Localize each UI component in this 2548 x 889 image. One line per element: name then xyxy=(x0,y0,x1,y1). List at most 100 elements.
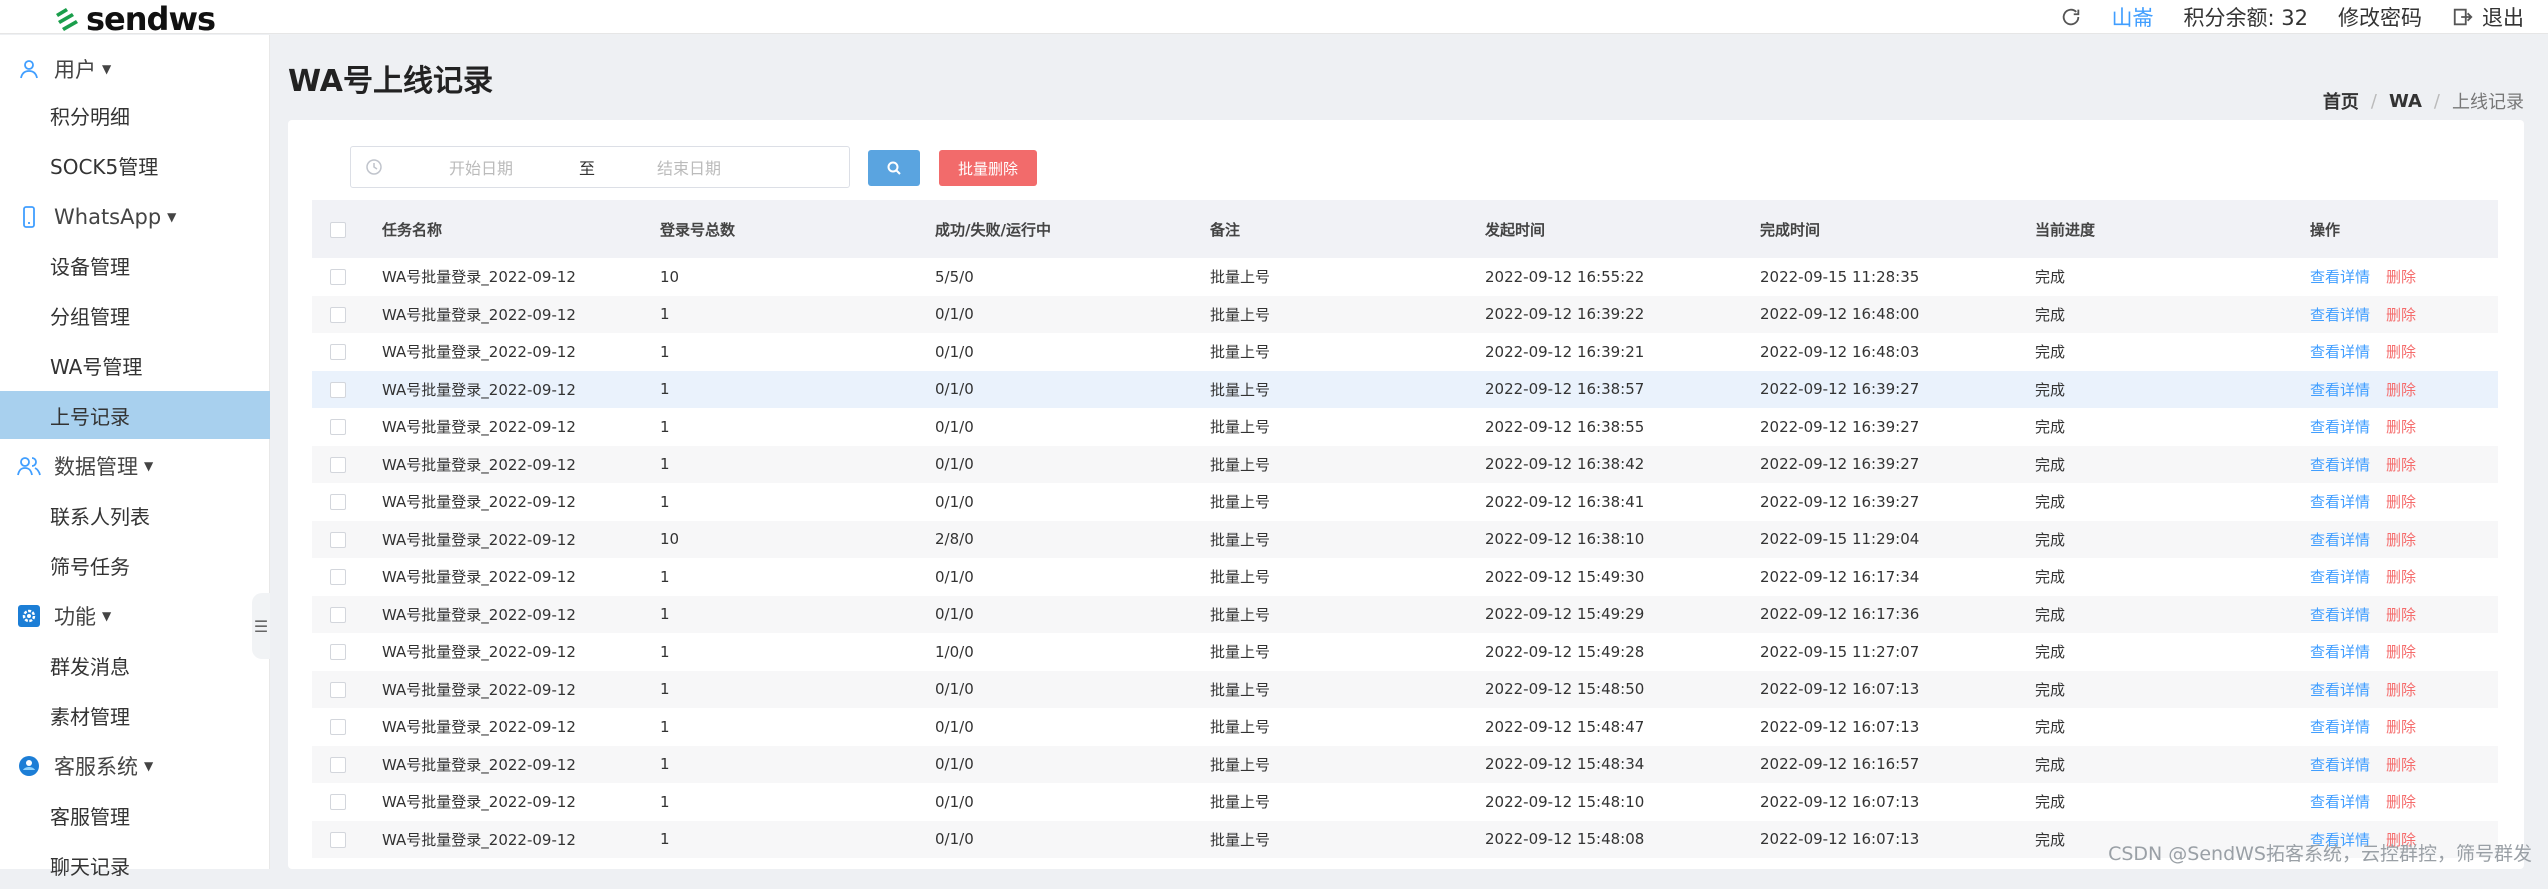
table-row[interactable]: WA号批量登录_2022-09-12 1 0/1/0 批量上号 2022-09-12 1… xyxy=(312,483,2498,521)
sidebar-item-filter-tasks[interactable]: 筛号任务 xyxy=(0,541,270,589)
sidebar-collapse-handle[interactable]: ☰ xyxy=(252,593,270,659)
delete-link[interactable]: 删除 xyxy=(2386,681,2416,699)
sidebar-group-support[interactable]: 客服系统 ▼ xyxy=(0,746,270,786)
row-checkbox[interactable] xyxy=(330,644,346,661)
delete-link[interactable]: 删除 xyxy=(2386,606,2416,624)
breadcrumb-wa[interactable]: WA xyxy=(2389,91,2422,112)
table-row[interactable]: WA号批量登录_2022-09-12 1 0/1/0 批量上号 2022-09-12 1… xyxy=(312,445,2498,483)
delete-link[interactable]: 删除 xyxy=(2386,568,2416,586)
delete-link[interactable]: 删除 xyxy=(2386,718,2416,736)
delete-link[interactable]: 删除 xyxy=(2386,756,2416,774)
delete-link[interactable]: 删除 xyxy=(2386,531,2416,549)
sidebar-item-groups[interactable]: 分组管理 xyxy=(0,291,270,339)
row-checkbox[interactable] xyxy=(330,719,346,736)
column-header[interactable]: 任务名称 xyxy=(382,200,660,258)
table-row[interactable]: WA号批量登录_2022-09-12 1 0/1/0 批量上号 2022-09-12 1… xyxy=(312,670,2498,708)
sidebar-group-whatsapp[interactable]: WhatsApp ▼ xyxy=(0,197,270,237)
view-details-link[interactable]: 查看详情 xyxy=(2310,606,2370,624)
row-checkbox[interactable] xyxy=(330,569,346,586)
table-row[interactable]: WA号批量登录_2022-09-12 1 0/1/0 批量上号 2022-09-12 1… xyxy=(312,558,2498,596)
table-row[interactable]: WA号批量登录_2022-09-12 1 0/1/0 批量上号 2022-09-12 1… xyxy=(312,370,2498,408)
sidebar-item-broadcast[interactable]: 群发消息 xyxy=(0,641,270,689)
sidebar-item-login-records[interactable]: 上号记录 xyxy=(0,391,270,439)
table-row[interactable]: WA号批量登录_2022-09-12 1 0/1/0 批量上号 2022-09-12 1… xyxy=(312,783,2498,821)
column-header[interactable]: 发起时间 xyxy=(1485,200,1760,258)
table-row[interactable]: WA号批量登录_2022-09-12 10 5/5/0 批量上号 2022-09-12 … xyxy=(312,258,2498,296)
view-details-link[interactable]: 查看详情 xyxy=(2310,306,2370,324)
row-checkbox[interactable] xyxy=(330,344,346,361)
table-row[interactable]: WA号批量登录_2022-09-12 1 0/1/0 批量上号 2022-09-12 1… xyxy=(312,408,2498,446)
sidebar-item-contacts[interactable]: 联系人列表 xyxy=(0,491,270,539)
logout-button[interactable]: 退出 xyxy=(2452,2,2524,32)
table-row[interactable]: WA号批量登录_2022-09-12 1 0/1/0 批量上号 2022-09-12 1… xyxy=(312,333,2498,371)
delete-link[interactable]: 删除 xyxy=(2386,268,2416,286)
delete-link[interactable]: 删除 xyxy=(2386,343,2416,361)
row-checkbox[interactable] xyxy=(330,531,346,548)
row-checkbox[interactable] xyxy=(330,794,346,811)
sidebar-item-agents[interactable]: 客服管理 xyxy=(0,791,270,839)
table-row[interactable]: WA号批量登录_2022-09-12 10 2/8/0 批量上号 2022-09-12 … xyxy=(312,520,2498,558)
sidebar-item-materials[interactable]: 素材管理 xyxy=(0,691,270,739)
view-details-link[interactable]: 查看详情 xyxy=(2310,756,2370,774)
row-checkbox[interactable] xyxy=(330,419,346,436)
column-header[interactable]: 备注 xyxy=(1210,200,1485,258)
view-details-link[interactable]: 查看详情 xyxy=(2310,531,2370,549)
delete-link[interactable]: 删除 xyxy=(2386,306,2416,324)
sidebar-item-sock5[interactable]: SOCK5管理 xyxy=(0,141,270,189)
change-password-link[interactable]: 修改密码 xyxy=(2338,2,2422,32)
sidebar-group-data[interactable]: 数据管理 ▼ xyxy=(0,446,270,486)
sidebar-item-devices[interactable]: 设备管理 xyxy=(0,241,270,289)
view-details-link[interactable]: 查看详情 xyxy=(2310,718,2370,736)
view-details-link[interactable]: 查看详情 xyxy=(2310,456,2370,474)
view-details-link[interactable]: 查看详情 xyxy=(2310,268,2370,286)
row-checkbox[interactable] xyxy=(330,494,346,511)
table-row[interactable]: WA号批量登录_2022-09-12 1 0/1/0 批量上号 2022-09-12 1… xyxy=(312,295,2498,333)
select-all-checkbox[interactable] xyxy=(330,221,346,238)
table-row[interactable]: WA号批量登录_2022-09-12 1 0/1/0 批量上号 2022-09-12 1… xyxy=(312,595,2498,633)
view-details-link[interactable]: 查看详情 xyxy=(2310,381,2370,399)
view-details-link[interactable]: 查看详情 xyxy=(2310,343,2370,361)
delete-link[interactable]: 删除 xyxy=(2386,456,2416,474)
delete-link[interactable]: 删除 xyxy=(2386,381,2416,399)
column-header[interactable]: 登录号总数 xyxy=(660,200,935,258)
view-details-link[interactable]: 查看详情 xyxy=(2310,493,2370,511)
column-header[interactable]: 完成时间 xyxy=(1760,200,2035,258)
row-checkbox[interactable] xyxy=(330,456,346,473)
sidebar-group-user[interactable]: 用户 ▼ xyxy=(0,49,270,89)
delete-link[interactable]: 删除 xyxy=(2386,418,2416,436)
row-checkbox[interactable] xyxy=(330,381,346,398)
delete-link[interactable]: 删除 xyxy=(2386,493,2416,511)
row-checkbox[interactable] xyxy=(330,681,346,698)
bulk-delete-button[interactable]: 批量删除 xyxy=(939,150,1037,186)
column-header[interactable]: 当前进度 xyxy=(2035,200,2310,258)
sidebar-item-wa-accounts[interactable]: WA号管理 xyxy=(0,341,270,389)
view-details-link[interactable]: 查看详情 xyxy=(2310,793,2370,811)
breadcrumb-home[interactable]: 首页 xyxy=(2323,88,2359,114)
delete-link[interactable]: 删除 xyxy=(2386,793,2416,811)
view-details-link[interactable]: 查看详情 xyxy=(2310,418,2370,436)
sidebar-group-functions[interactable]: 功能 ▼ xyxy=(0,596,270,636)
row-checkbox[interactable] xyxy=(330,831,346,848)
column-header[interactable]: 成功/失败/运行中 xyxy=(935,200,1210,258)
table-row[interactable]: WA号批量登录_2022-09-12 1 0/1/0 批量上号 2022-09-12 1… xyxy=(312,745,2498,783)
start-date-input[interactable]: 开始日期 xyxy=(449,155,513,179)
end-date-input[interactable]: 结束日期 xyxy=(657,155,721,179)
refresh-button[interactable] xyxy=(2060,6,2082,28)
view-details-link[interactable]: 查看详情 xyxy=(2310,643,2370,661)
delete-link[interactable]: 删除 xyxy=(2386,643,2416,661)
view-details-link[interactable]: 查看详情 xyxy=(2310,568,2370,586)
row-checkbox[interactable] xyxy=(330,269,346,286)
table-cell: 完成 xyxy=(2035,305,2066,324)
brand-logo[interactable]: sendws xyxy=(52,0,216,38)
date-range-picker[interactable]: 开始日期 至 结束日期 xyxy=(350,146,850,188)
sidebar-item-points-detail[interactable]: 积分明细 xyxy=(0,91,270,139)
user-name[interactable]: 山崙 xyxy=(2112,2,2154,32)
row-checkbox[interactable] xyxy=(330,756,346,773)
search-button[interactable] xyxy=(868,150,920,186)
view-details-link[interactable]: 查看详情 xyxy=(2310,681,2370,699)
table-row[interactable]: WA号批量登录_2022-09-12 1 0/1/0 批量上号 2022-09-12 1… xyxy=(312,708,2498,746)
row-checkbox[interactable] xyxy=(330,306,346,323)
sidebar-item-chat-history[interactable]: 聊天记录 xyxy=(0,841,270,889)
table-row[interactable]: WA号批量登录_2022-09-12 1 1/0/0 批量上号 2022-09-12 1… xyxy=(312,633,2498,671)
row-checkbox[interactable] xyxy=(330,606,346,623)
